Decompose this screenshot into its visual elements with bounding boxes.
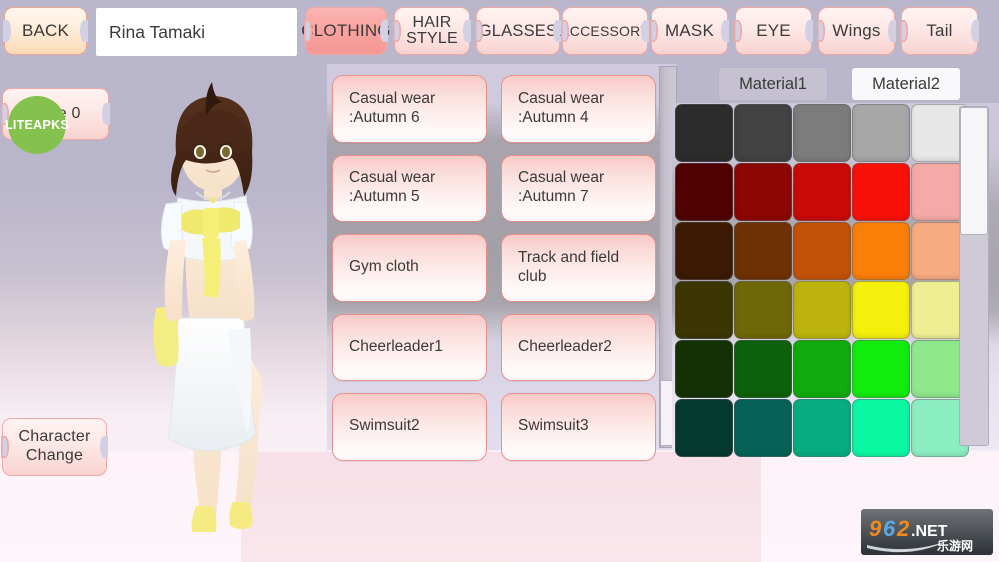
clothing-item-line1: Casual wear xyxy=(349,169,435,188)
clothing-list-panel: Casual wear:Autumn 6Casual wear:Autumn 4… xyxy=(327,64,677,450)
tab-clothing-label: CLOTHING xyxy=(301,22,390,40)
clothing-item-line2: :Autumn 7 xyxy=(518,188,604,207)
tab-glasses[interactable]: GLASSES xyxy=(476,7,560,55)
clothing-item-line1: Track and field club xyxy=(518,249,639,287)
clothing-item-line1: Casual wear xyxy=(518,90,604,109)
character-avatar[interactable] xyxy=(120,62,340,532)
character-name-input[interactable]: Rina Tamaki xyxy=(95,7,298,57)
character-change-line1: Character xyxy=(18,428,90,447)
color-swatch[interactable] xyxy=(852,222,910,280)
color-swatch[interactable] xyxy=(852,281,910,339)
tab-mask-label: MASK xyxy=(665,22,714,40)
color-palette-panel xyxy=(672,103,999,450)
color-swatch[interactable] xyxy=(793,340,851,398)
color-palette-grid xyxy=(675,104,969,457)
color-swatch[interactable] xyxy=(793,163,851,221)
color-swatch[interactable] xyxy=(852,340,910,398)
tab-material1-label: Material1 xyxy=(739,75,807,94)
back-button-label: BACK xyxy=(22,22,69,40)
clothing-item-line2: :Autumn 6 xyxy=(349,109,435,128)
color-swatch[interactable] xyxy=(793,222,851,280)
tab-tail-label: Tail xyxy=(926,22,952,40)
tab-mask[interactable]: MASK xyxy=(651,7,728,55)
clothing-item[interactable]: Swimsuit2 xyxy=(332,393,487,461)
color-swatch[interactable] xyxy=(675,163,733,221)
color-swatch[interactable] xyxy=(675,281,733,339)
color-swatch[interactable] xyxy=(734,222,792,280)
color-palette-scrollbar[interactable] xyxy=(959,106,989,446)
tab-accessory[interactable]: ACCESSORY xyxy=(562,7,648,55)
top-toolbar: BACK Rina Tamaki CLOTHING HAIR STYLE GLA… xyxy=(0,0,999,62)
tab-wings[interactable]: Wings xyxy=(818,7,895,55)
color-palette-scroll-thumb[interactable] xyxy=(960,107,988,235)
clothing-item[interactable]: Casual wear:Autumn 4 xyxy=(501,75,656,143)
clothing-item-line1: Swimsuit3 xyxy=(518,417,589,436)
color-swatch[interactable] xyxy=(734,104,792,162)
tab-hairstyle-line1: HAIR xyxy=(412,14,451,31)
clothing-item[interactable]: Gym cloth xyxy=(332,234,487,302)
character-name-value: Rina Tamaki xyxy=(109,22,205,43)
clothing-item[interactable]: Cheerleader1 xyxy=(332,314,487,382)
color-swatch[interactable] xyxy=(852,104,910,162)
color-swatch[interactable] xyxy=(675,104,733,162)
character-change-line2: Change xyxy=(26,447,83,466)
color-swatch[interactable] xyxy=(793,399,851,457)
color-swatch[interactable] xyxy=(675,222,733,280)
tab-wings-label: Wings xyxy=(832,22,880,40)
clothing-item[interactable]: Casual wear:Autumn 6 xyxy=(332,75,487,143)
tab-material2[interactable]: Material2 xyxy=(851,67,961,101)
color-swatch[interactable] xyxy=(675,399,733,457)
tab-hairstyle-label: HAIR STYLE xyxy=(406,15,458,48)
tab-clothing[interactable]: CLOTHING xyxy=(305,7,387,55)
color-swatch[interactable] xyxy=(852,399,910,457)
color-swatch[interactable] xyxy=(734,163,792,221)
clothing-item-line1: Casual wear xyxy=(349,90,435,109)
clothing-item-line2: :Autumn 4 xyxy=(518,109,604,128)
clothing-item[interactable]: Cheerleader2 xyxy=(501,314,656,382)
clothing-item-line2: :Autumn 5 xyxy=(349,188,435,207)
clothing-item[interactable]: Track and field club xyxy=(501,234,656,302)
clothing-item-line1: Cheerleader1 xyxy=(349,338,443,357)
color-swatch[interactable] xyxy=(734,340,792,398)
tab-hairstyle[interactable]: HAIR STYLE xyxy=(394,7,470,55)
back-button[interactable]: BACK xyxy=(4,7,87,55)
clothing-item[interactable]: Casual wear:Autumn 5 xyxy=(332,155,487,223)
tab-tail[interactable]: Tail xyxy=(901,7,978,55)
tab-glasses-label: GLASSES xyxy=(479,23,557,40)
color-swatch[interactable] xyxy=(734,281,792,339)
clothing-item-line1: Gym cloth xyxy=(349,258,419,277)
clothing-item[interactable]: Swimsuit3 xyxy=(501,393,656,461)
tab-material2-label: Material2 xyxy=(872,75,940,94)
color-swatch[interactable] xyxy=(852,163,910,221)
face-button-label: Face 0 xyxy=(30,106,80,122)
app-root: BACK Rina Tamaki CLOTHING HAIR STYLE GLA… xyxy=(0,0,999,562)
color-swatch[interactable] xyxy=(734,399,792,457)
face-button[interactable]: Face 0 xyxy=(2,88,109,140)
color-swatch[interactable] xyxy=(793,281,851,339)
clothing-item-line1: Cheerleader2 xyxy=(518,338,612,357)
tab-eye-label: EYE xyxy=(756,22,791,40)
character-change-button[interactable]: Character Change xyxy=(2,418,107,476)
clothing-item[interactable]: Casual wear:Autumn 7 xyxy=(501,155,656,223)
color-swatch[interactable] xyxy=(793,104,851,162)
clothing-list-grid: Casual wear:Autumn 6Casual wear:Autumn 4… xyxy=(332,69,656,445)
tab-material1[interactable]: Material1 xyxy=(718,67,828,101)
clothing-item-line1: Swimsuit2 xyxy=(349,417,420,436)
floor-right xyxy=(761,452,999,562)
tab-eye[interactable]: EYE xyxy=(735,7,812,55)
clothing-item-line1: Casual wear xyxy=(518,169,604,188)
color-swatch[interactable] xyxy=(675,340,733,398)
tab-accessory-label: ACCESSORY xyxy=(560,24,649,38)
tab-hairstyle-line2: STYLE xyxy=(406,30,458,47)
